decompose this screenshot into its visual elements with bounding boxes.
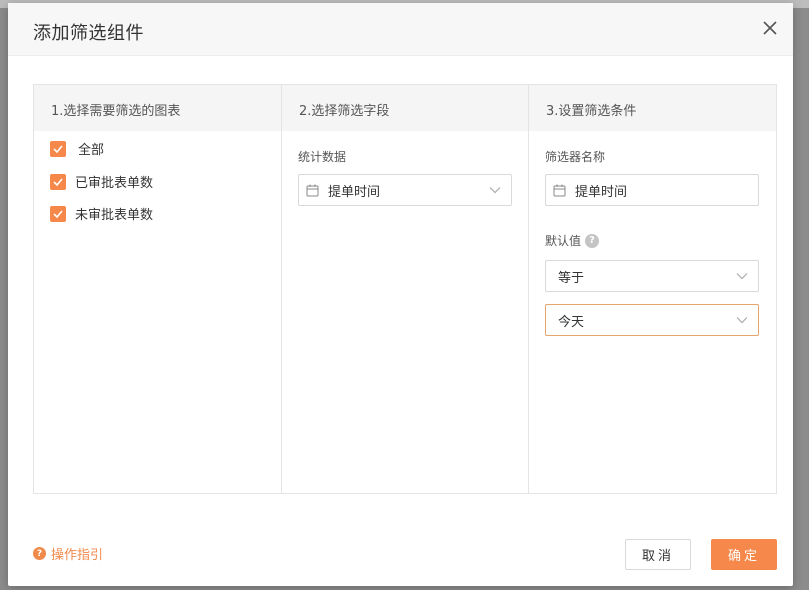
default-value-value: 今天 bbox=[558, 314, 585, 330]
operator-value: 等于 bbox=[558, 270, 585, 286]
field-select-panel: 2.选择筛选字段 统计数据 提单时间 bbox=[282, 85, 529, 493]
default-value-label: 默认值 bbox=[545, 234, 582, 248]
guide-link[interactable]: ? 操作指引 bbox=[33, 544, 103, 563]
help-icon: ? bbox=[33, 547, 46, 560]
chart-option-label: 未审批表单数 bbox=[75, 208, 154, 223]
chevron-down-icon bbox=[489, 186, 501, 194]
add-filter-dialog: 添加筛选组件 1.选择需要筛选的图表 全部 已审批表单数 未审批表单数 2.选择… bbox=[8, 3, 793, 586]
condition-panel: 3.设置筛选条件 筛选器名称 提单时间 默认值 ? 等于 今天 bbox=[529, 85, 776, 493]
help-icon[interactable]: ? bbox=[585, 233, 600, 248]
field-select[interactable]: 提单时间 bbox=[298, 174, 512, 206]
checkmark-icon bbox=[53, 144, 63, 153]
chart-option-unapproved[interactable]: 未审批表单数 bbox=[50, 204, 153, 223]
ok-button[interactable]: 确定 bbox=[711, 539, 777, 570]
operator-select[interactable]: 等于 bbox=[545, 260, 759, 292]
chevron-down-icon bbox=[736, 316, 748, 324]
condition-panel-header: 3.设置筛选条件 bbox=[529, 85, 776, 131]
checkbox-approved[interactable] bbox=[50, 173, 66, 190]
filter-name-value: 提单时间 bbox=[575, 184, 628, 200]
chart-option-label: 全部 bbox=[78, 143, 105, 158]
chart-panel-header: 1.选择需要筛选的图表 bbox=[34, 85, 281, 131]
guide-link-label: 操作指引 bbox=[51, 548, 104, 563]
checkbox-unapproved[interactable] bbox=[50, 205, 66, 222]
close-button[interactable] bbox=[759, 17, 781, 39]
filter-name-label: 筛选器名称 bbox=[545, 150, 606, 164]
dialog-title: 添加筛选组件 bbox=[33, 23, 144, 44]
chart-select-panel: 1.选择需要筛选的图表 全部 已审批表单数 未审批表单数 bbox=[34, 85, 282, 493]
chart-option-all[interactable]: 全部 bbox=[50, 139, 104, 158]
chart-option-label: 已审批表单数 bbox=[75, 176, 154, 191]
chevron-down-icon bbox=[736, 272, 748, 280]
filter-steps: 1.选择需要筛选的图表 全部 已审批表单数 未审批表单数 2.选择筛选字段 统计… bbox=[33, 84, 777, 494]
field-group-label: 统计数据 bbox=[298, 150, 347, 164]
filter-name-input[interactable]: 提单时间 bbox=[545, 174, 759, 206]
checkmark-icon bbox=[53, 209, 63, 218]
field-panel-header: 2.选择筛选字段 bbox=[282, 85, 528, 131]
chart-option-approved[interactable]: 已审批表单数 bbox=[50, 172, 153, 191]
calendar-icon bbox=[306, 184, 319, 197]
field-select-value: 提单时间 bbox=[328, 184, 381, 200]
default-value-select[interactable]: 今天 bbox=[545, 304, 759, 336]
close-icon bbox=[763, 21, 777, 35]
calendar-icon bbox=[553, 184, 566, 197]
dialog-header: 添加筛选组件 bbox=[8, 3, 793, 56]
checkbox-all[interactable] bbox=[50, 140, 66, 157]
checkmark-icon bbox=[53, 177, 63, 186]
cancel-button[interactable]: 取消 bbox=[625, 539, 691, 570]
default-value-label-row: 默认值 ? bbox=[545, 232, 600, 249]
